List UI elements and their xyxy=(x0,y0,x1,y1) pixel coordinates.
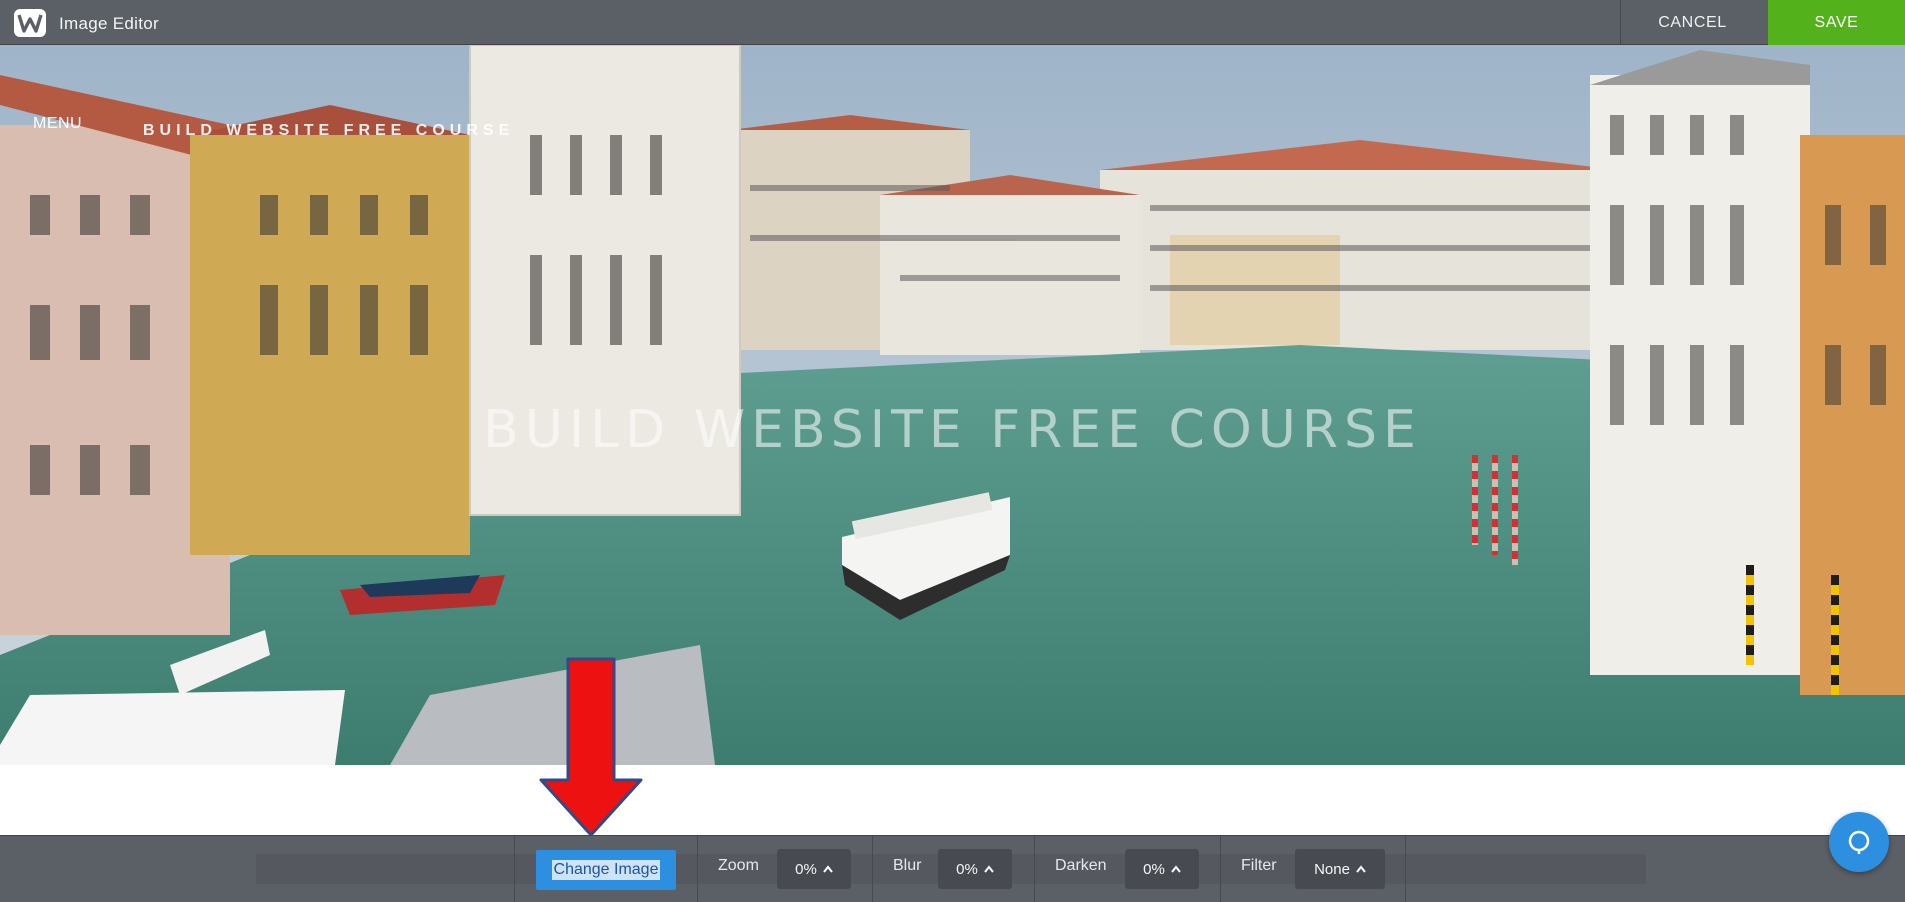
top-bar: Image Editor CANCEL SAVE xyxy=(0,0,1905,45)
change-image-button[interactable]: Change Image xyxy=(536,850,676,890)
cancel-button[interactable]: CANCEL xyxy=(1620,0,1764,45)
editable-image[interactable]: MENU BUILD WEBSITE FREE COURSE BUILD WEB… xyxy=(0,45,1905,765)
blur-label: Blur xyxy=(893,857,922,874)
darken-value: 0% xyxy=(1143,860,1165,878)
toolbar-separator xyxy=(872,836,873,902)
image-editor-toolbar: Change Image Zoom 0% Blur 0% Darken 0% F… xyxy=(0,835,1905,902)
site-menu-label: MENU xyxy=(33,115,83,132)
darken-control[interactable]: 0% xyxy=(1125,849,1199,889)
blur-control[interactable]: 0% xyxy=(938,849,1012,889)
chevron-up-icon xyxy=(823,865,833,873)
zoom-control[interactable]: 0% xyxy=(777,849,851,889)
weebly-logo-icon xyxy=(14,9,46,37)
save-button[interactable]: SAVE xyxy=(1768,0,1905,45)
zoom-label: Zoom xyxy=(718,857,759,874)
toolbar-separator xyxy=(1405,836,1406,902)
blur-value: 0% xyxy=(956,860,978,878)
site-title-overlay: BUILD WEBSITE FREE COURSE xyxy=(483,400,1422,460)
darken-label: Darken xyxy=(1055,857,1107,874)
filter-label: Filter xyxy=(1241,857,1277,874)
filter-value: None xyxy=(1314,860,1350,878)
toolbar-separator xyxy=(697,836,698,902)
toolbar-separator xyxy=(1034,836,1035,902)
help-button[interactable] xyxy=(1829,812,1889,872)
change-image-label: Change Image xyxy=(551,860,661,880)
toolbar-separator xyxy=(1220,836,1221,902)
canvas-gap xyxy=(0,765,1905,836)
site-title-small: BUILD WEBSITE FREE COURSE xyxy=(143,122,515,139)
zoom-value: 0% xyxy=(795,860,817,878)
red-down-arrow-icon xyxy=(539,657,643,837)
app-title: Image Editor xyxy=(59,14,159,33)
chevron-up-icon xyxy=(1356,865,1366,873)
filter-control[interactable]: None xyxy=(1295,849,1385,889)
help-bubble-icon xyxy=(1848,830,1870,854)
toolbar-separator xyxy=(514,836,515,902)
chevron-up-icon xyxy=(984,865,994,873)
chevron-up-icon xyxy=(1171,865,1181,873)
